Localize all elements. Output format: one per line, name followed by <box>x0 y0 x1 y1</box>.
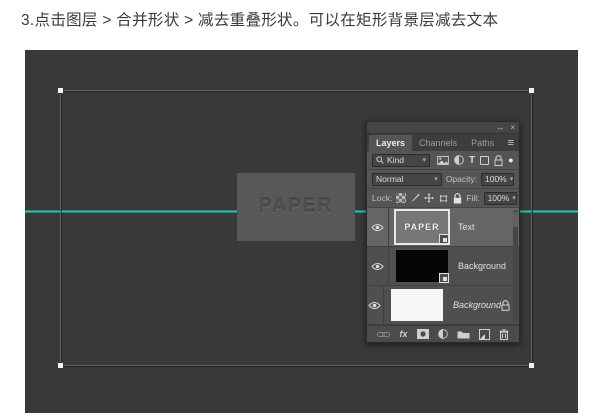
lock-position-move-icon[interactable] <box>424 193 435 203</box>
lock-all-icon[interactable] <box>453 192 462 204</box>
layer-thumbnail-black[interactable] <box>396 250 449 283</box>
panel-tabs: Layers Channels Paths ≡ <box>367 134 519 151</box>
collapse-panel-icon[interactable]: ↔ <box>496 123 504 132</box>
tab-channels[interactable]: Channels <box>412 135 464 151</box>
adjustment-layer-icon[interactable] <box>437 329 448 339</box>
scrollbar-thumb[interactable] <box>513 212 518 227</box>
layer-styles-icon[interactable]: fx <box>399 329 407 339</box>
filter-smart-objects-icon[interactable] <box>494 154 503 166</box>
lock-row: Lock: Fill: 100% ▾ <box>367 189 519 208</box>
visibility-toggle[interactable] <box>367 247 389 285</box>
filter-toggle-icon[interactable]: ● <box>508 155 513 165</box>
transform-handle-top-left[interactable] <box>57 87 64 94</box>
smart-object-badge-icon <box>439 234 449 244</box>
tab-paths[interactable]: Paths <box>464 135 501 151</box>
layer-name: Background <box>458 261 507 271</box>
panel-bottom-bar: fx <box>367 325 519 342</box>
chevron-down-icon: ▾ <box>434 176 438 183</box>
filter-shape-layers-icon[interactable] <box>480 155 490 165</box>
kind-filter-dropdown[interactable]: Kind ▾ <box>372 153 430 167</box>
filter-adjustment-layers-icon[interactable] <box>454 155 464 165</box>
filter-row: Kind ▾ T ● <box>367 151 519 170</box>
layer-list: PAPER Text Background Background <box>367 208 519 325</box>
eye-icon <box>368 301 382 310</box>
delete-layer-trash-icon[interactable] <box>499 328 509 340</box>
opacity-label: Opacity: <box>445 174 477 184</box>
chevron-down-icon: ▾ <box>422 157 426 164</box>
lock-label: Lock: <box>372 193 393 203</box>
layer-row-text[interactable]: PAPER Text <box>367 208 519 247</box>
tab-layers[interactable]: Layers <box>369 135 413 151</box>
opacity-value: 100% <box>485 174 507 184</box>
chevron-down-icon: ▾ <box>509 176 514 183</box>
transform-handle-bottom-right[interactable] <box>528 362 535 369</box>
layer-row-background-locked[interactable]: Background <box>367 286 519 325</box>
filter-pixel-layers-icon[interactable] <box>437 155 449 165</box>
layer-thumbnail-text[interactable]: PAPER <box>394 209 450 245</box>
fill-label: Fill: <box>466 193 480 203</box>
lock-pixels-brush-icon[interactable] <box>410 193 420 203</box>
layer-lock-icon <box>501 299 510 311</box>
layer-row-background-black[interactable]: Background <box>367 247 519 286</box>
add-layer-mask-icon[interactable] <box>416 329 429 339</box>
kind-filter-label: Kind <box>387 155 405 165</box>
visibility-toggle[interactable] <box>367 208 389 246</box>
blend-row: Normal ▾ Opacity: 100% ▾ <box>367 170 519 189</box>
eye-icon <box>371 262 384 271</box>
chevron-down-icon: ▾ <box>512 195 516 202</box>
close-panel-icon[interactable]: × <box>510 123 515 132</box>
lock-artboard-icon[interactable] <box>438 194 449 203</box>
blend-mode-value: Normal <box>376 174 404 184</box>
link-layers-icon[interactable] <box>377 331 391 338</box>
visibility-toggle[interactable] <box>367 286 384 324</box>
opacity-dropdown[interactable]: 100% ▾ <box>481 172 514 186</box>
layers-panel: ↔ × Layers Channels Paths ≡ Kind ▾ T ● N… <box>366 121 520 343</box>
new-layer-icon[interactable] <box>478 328 490 340</box>
layer-name: Background <box>452 300 501 310</box>
eye-icon <box>371 223 384 232</box>
transform-handle-top-right[interactable] <box>528 87 535 94</box>
panel-scrollbar[interactable] <box>513 210 518 322</box>
layer-thumbnail-white[interactable] <box>390 289 443 321</box>
fill-dropdown[interactable]: 100% ▾ <box>483 191 517 205</box>
layer-name: Text <box>458 222 475 232</box>
blend-mode-dropdown[interactable]: Normal ▾ <box>372 172 442 186</box>
search-icon <box>376 156 384 164</box>
lock-transparency-icon[interactable] <box>396 193 407 203</box>
filter-type-layers-icon[interactable]: T <box>469 155 475 166</box>
panel-menu-icon[interactable]: ≡ <box>505 138 517 151</box>
new-group-folder-icon[interactable] <box>457 330 470 339</box>
transform-handle-bottom-left[interactable] <box>57 362 64 369</box>
fill-value: 100% <box>487 193 510 203</box>
panel-titlebar: ↔ × <box>367 122 519 134</box>
page-title: 3.点击图层 > 合并形状 > 减去重叠形状。可以在矩形背景层减去文本 <box>21 12 499 29</box>
smart-object-badge-icon <box>439 273 449 283</box>
